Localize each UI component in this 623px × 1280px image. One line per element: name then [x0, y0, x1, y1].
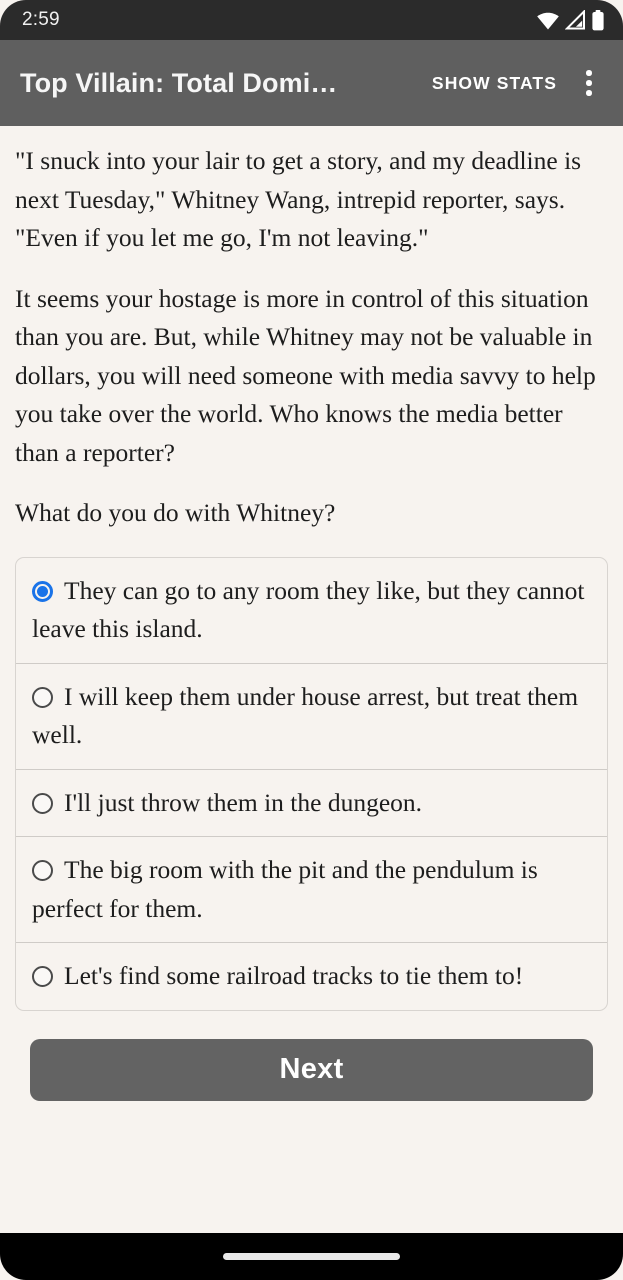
option-row-5[interactable]: Let's find some railroad tracks to tie t…	[16, 943, 607, 1010]
option-content: The big room with the pit and the pendul…	[32, 855, 538, 923]
story-text: "I snuck into your lair to get a story, …	[15, 142, 608, 472]
radio-button[interactable]	[32, 792, 53, 814]
option-row-4[interactable]: The big room with the pit and the pendul…	[16, 837, 607, 943]
option-label: The big room with the pit and the pendul…	[32, 855, 538, 923]
option-content: I will keep them under house arrest, but…	[32, 681, 579, 750]
option-label: I will keep them under house arrest, but…	[32, 681, 579, 750]
radio-button[interactable]	[32, 966, 53, 987]
option-row-3[interactable]: I'll just throw them in the dungeon.	[16, 770, 607, 837]
choice-question: What do you do with Whitney?	[15, 498, 336, 527]
phone-screen: 2:59 Top Villain: Total Domi… SHOW STATS…	[0, 0, 623, 1280]
overflow-dot	[586, 80, 592, 86]
choice-options-list: They can go to any room they like, but t…	[15, 556, 608, 1011]
cell-signal-icon	[565, 10, 586, 30]
option-content: Let's find some railroad tracks to tie t…	[32, 961, 523, 990]
radio-button-selected[interactable]	[32, 580, 53, 602]
gesture-navigation-bar	[0, 1233, 623, 1280]
home-gesture-pill[interactable]	[223, 1253, 400, 1260]
option-label: Let's find some railroad tracks to tie t…	[64, 961, 524, 990]
option-label: I'll just throw them in the dungeon.	[64, 787, 423, 817]
page-title: Top Villain: Total Domi…	[20, 67, 338, 98]
next-button-container: Next	[15, 1011, 608, 1101]
option-row-2[interactable]: I will keep them under house arrest, but…	[16, 664, 607, 770]
story-paragraph: "I snuck into your lair to get a story, …	[15, 146, 582, 252]
radio-button[interactable]	[32, 686, 53, 708]
story-paragraph: It seems your hostage is more in control…	[15, 283, 596, 467]
show-stats-button[interactable]: SHOW STATS	[422, 65, 567, 102]
status-bar-icons	[536, 9, 605, 31]
radio-button[interactable]	[32, 860, 53, 881]
wifi-icon	[536, 10, 560, 30]
overflow-dot	[586, 70, 592, 76]
story-content: "I snuck into your lair to get a story, …	[0, 126, 623, 1233]
option-label: They can go to any room they like, but t…	[32, 575, 585, 644]
status-bar: 2:59	[0, 0, 623, 40]
option-row-1[interactable]: They can go to any room they like, but t…	[16, 558, 607, 664]
next-button[interactable]: Next	[30, 1038, 593, 1101]
overflow-dot	[586, 90, 592, 96]
option-content: I'll just throw them in the dungeon.	[32, 788, 422, 817]
more-vert-icon[interactable]	[567, 59, 611, 107]
app-bar: Top Villain: Total Domi… SHOW STATS	[0, 40, 623, 126]
status-bar-clock: 2:59	[22, 9, 60, 30]
battery-icon	[591, 9, 605, 31]
option-content: They can go to any room they like, but t…	[32, 575, 585, 644]
